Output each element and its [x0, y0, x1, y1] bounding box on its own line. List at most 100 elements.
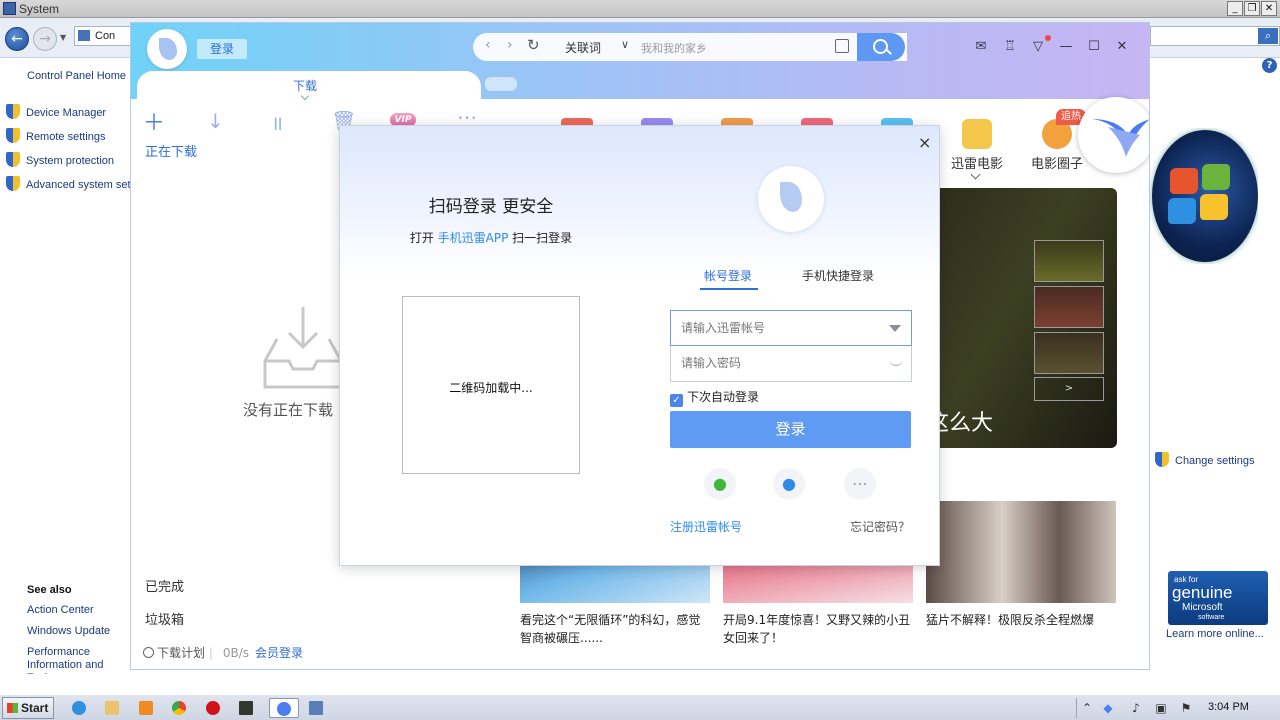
- maximize-icon[interactable]: ☐: [1086, 39, 1102, 55]
- taskbar-cmd-icon[interactable]: [235, 698, 257, 718]
- taskbar-opera-icon[interactable]: [202, 698, 224, 718]
- search-button[interactable]: [857, 33, 905, 61]
- hero-banner[interactable]: > 这么大: [921, 188, 1117, 448]
- qr-login-hint: 打开 手机迅雷APP 扫一扫登录: [409, 231, 573, 245]
- restore-button[interactable]: ❐: [1244, 1, 1260, 16]
- sidebar-item-trash[interactable]: 垃圾箱: [145, 609, 184, 628]
- dialog-close-icon[interactable]: ×: [918, 133, 931, 152]
- empty-downloads-message: 没有正在下载: [243, 401, 334, 419]
- sidebar-item-downloading[interactable]: 正在下载: [145, 141, 197, 160]
- taskbar-clock[interactable]: 3:04 PM: [1208, 701, 1249, 713]
- search-input[interactable]: 我和我的家乡: [641, 40, 707, 56]
- genuine-microsoft-badge[interactable]: ask for genuine Microsoft software: [1168, 571, 1268, 625]
- add-task-icon[interactable]: ＋: [143, 105, 165, 137]
- movie-star-icon: [962, 119, 992, 149]
- minimize-button[interactable]: _: [1227, 1, 1243, 16]
- remote-settings-link[interactable]: Remote settings: [6, 128, 105, 143]
- menu-icon[interactable]: ▽: [1030, 39, 1046, 55]
- auto-login-checkbox[interactable]: ✓ 下次自动登录: [670, 388, 759, 407]
- xunlei-search-bar: ‹ › ↻ 关联词 ∨ 我和我的家乡: [473, 33, 907, 61]
- hero-thumbnail[interactable]: [1034, 286, 1104, 328]
- tab-browser[interactable]: [485, 77, 517, 91]
- control-panel-home-link[interactable]: Control Panel Home: [27, 70, 126, 82]
- tab-active-underline: [700, 288, 758, 290]
- more-login-icon[interactable]: ⋯: [844, 468, 876, 500]
- clock-icon: [143, 647, 154, 658]
- card-caption[interactable]: 猛片不解释！极限反杀全程燃爆: [926, 611, 1116, 629]
- minimize-icon[interactable]: —: [1058, 39, 1074, 55]
- xunlei-logo-icon[interactable]: [147, 29, 187, 69]
- refresh-icon[interactable]: ↻: [527, 36, 540, 54]
- sidebar-item-finished[interactable]: 已完成: [145, 576, 184, 595]
- mail-icon[interactable]: ✉: [973, 39, 989, 55]
- taskbar-xunlei-icon[interactable]: [269, 698, 299, 718]
- close-button[interactable]: ✕: [1261, 1, 1277, 16]
- address-bar[interactable]: Con: [74, 26, 134, 46]
- change-settings-link[interactable]: Change settings: [1155, 452, 1255, 467]
- skin-icon[interactable]: ♖: [1002, 39, 1018, 55]
- shield-icon: [6, 152, 20, 167]
- password-input[interactable]: 请输入密码: [670, 346, 912, 382]
- tray-expand-icon[interactable]: ⌃: [1079, 700, 1095, 716]
- windows-update-link[interactable]: Windows Update: [27, 625, 131, 637]
- device-manager-link[interactable]: Device Manager: [6, 104, 106, 119]
- login-submit-button[interactable]: 登录: [670, 411, 911, 448]
- header-login-button[interactable]: 登录: [197, 39, 247, 59]
- tab-phone-login[interactable]: 手机快捷登录: [802, 267, 874, 284]
- pause-icon[interactable]: ॥: [271, 109, 283, 136]
- action-center-flag-icon[interactable]: ⚑: [1178, 700, 1194, 716]
- download-footer: 下载计划 | 0B/s 会员登录: [143, 644, 303, 661]
- nav-forward-icon[interactable]: ›: [507, 37, 513, 53]
- help-icon[interactable]: ?: [1262, 58, 1277, 73]
- recent-pages-chevron-icon[interactable]: ▼: [60, 33, 66, 42]
- forward-button[interactable]: →: [33, 27, 57, 51]
- hero-next-button[interactable]: >: [1034, 377, 1104, 401]
- clipboard-icon[interactable]: [835, 39, 849, 53]
- qr-loading-text: 二维码加载中...: [449, 381, 533, 395]
- hero-thumbnail[interactable]: [1034, 332, 1104, 374]
- channel-xunlei-movie[interactable]: 迅雷电影: [947, 119, 1007, 172]
- network-icon[interactable]: ▣: [1153, 700, 1169, 716]
- taskbar-chrome-icon[interactable]: [168, 698, 190, 718]
- search-icon[interactable]: ⌕: [1258, 28, 1278, 44]
- xunlei-bird-icon[interactable]: [1078, 97, 1149, 173]
- nav-back-icon[interactable]: ‹: [485, 37, 491, 53]
- taskbar-media-player-icon[interactable]: [135, 698, 157, 718]
- close-icon[interactable]: ✕: [1114, 39, 1130, 55]
- username-input[interactable]: 请输入迅雷帐号: [670, 310, 912, 346]
- card-image[interactable]: [926, 501, 1116, 603]
- volume-icon[interactable]: ♪: [1128, 700, 1144, 716]
- card-caption[interactable]: 开局9.1年度惊喜！又野又辣的小丑女回来了！: [723, 611, 913, 647]
- register-link[interactable]: 注册迅雷帐号: [670, 518, 742, 535]
- taskbar-explorer-icon[interactable]: [101, 698, 123, 718]
- start-button[interactable]: Start: [2, 697, 54, 719]
- chevron-down-icon[interactable]: ∨: [621, 38, 629, 51]
- eye-closed-icon[interactable]: [889, 358, 903, 366]
- tab-account-login[interactable]: 帐号登录: [704, 267, 752, 284]
- member-login-link[interactable]: 会员登录: [255, 646, 303, 660]
- speed-readout: 0B/s: [222, 646, 250, 660]
- login-dialog: × 扫码登录 更安全 打开 手机迅雷APP 扫一扫登录 二维码加载中... 帐号…: [339, 125, 940, 566]
- start-download-icon[interactable]: ↓: [207, 109, 224, 133]
- qq-icon[interactable]: ●: [773, 468, 805, 500]
- account-dropdown-icon[interactable]: [889, 325, 901, 332]
- tray-xunlei-icon[interactable]: ◆: [1100, 700, 1116, 716]
- taskbar-system-icon[interactable]: [305, 698, 327, 718]
- card-caption[interactable]: 看完这个“无限循环”的科幻，感觉智商被碾压......: [520, 611, 710, 647]
- address-text: Con: [95, 30, 116, 42]
- action-center-link[interactable]: Action Center: [27, 604, 131, 616]
- wechat-icon[interactable]: ●: [704, 468, 736, 500]
- keyword-label[interactable]: 关联词: [565, 39, 601, 56]
- search-control-panel-input[interactable]: ⌕: [1150, 26, 1280, 46]
- mobile-app-link[interactable]: 手机迅雷APP: [438, 231, 509, 245]
- system-protection-link[interactable]: System protection: [6, 152, 114, 167]
- hero-thumbnail[interactable]: [1034, 240, 1104, 282]
- checkbox-checked-icon[interactable]: ✓: [670, 394, 683, 407]
- forgot-password-link[interactable]: 忘记密码？: [850, 518, 910, 535]
- qr-code-box: 二维码加载中...: [402, 296, 580, 474]
- performance-information-link[interactable]: Performance Information and Tools: [27, 646, 131, 674]
- download-schedule-link[interactable]: 下载计划: [157, 646, 205, 660]
- back-button[interactable]: ←: [5, 27, 29, 51]
- taskbar-ie-icon[interactable]: [68, 698, 90, 718]
- learn-more-online-link[interactable]: Learn more online...: [1166, 628, 1264, 640]
